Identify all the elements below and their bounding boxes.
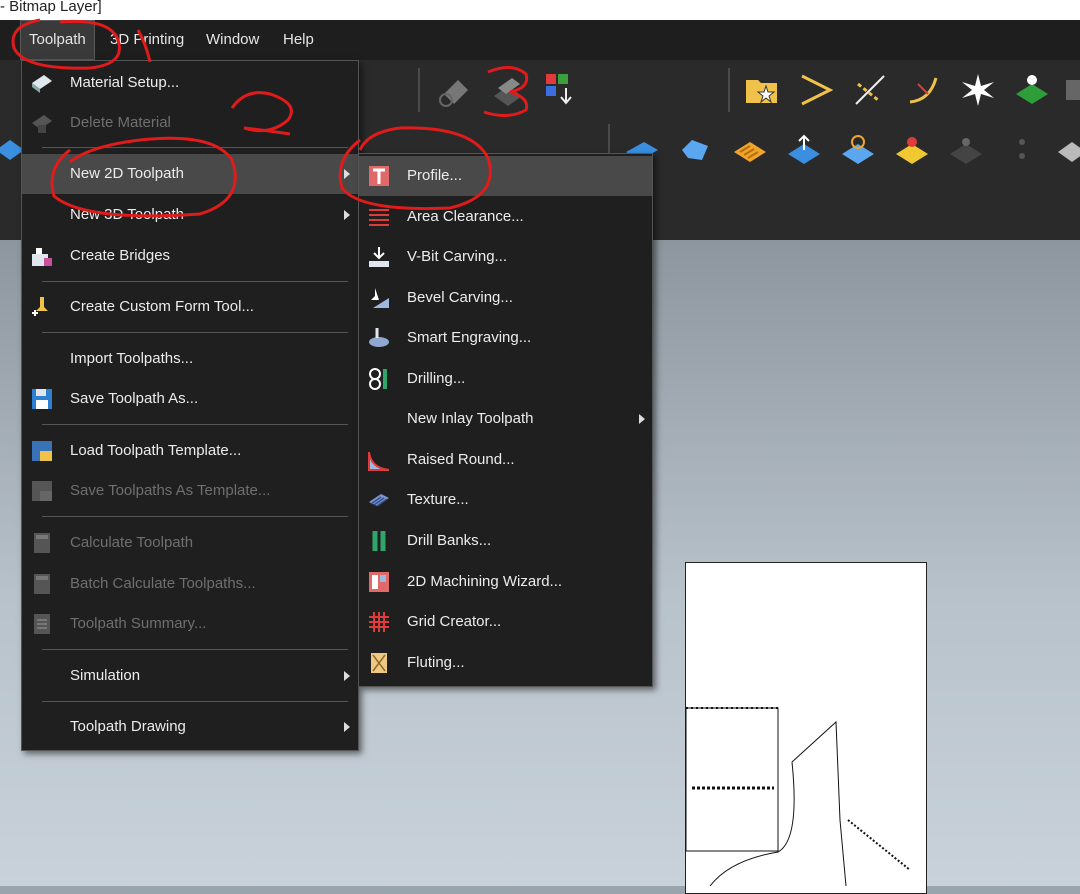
calculator-icon <box>34 533 50 553</box>
menu-bar: Toolpath 3D Printing Window Help <box>0 20 1080 60</box>
submenu-item-grid-creator[interactable]: Grid Creator... <box>359 602 652 642</box>
star-shape-icon[interactable] <box>960 72 996 108</box>
drill-banks-icon <box>372 531 386 551</box>
submenu-arrow-icon <box>344 169 350 179</box>
custom-form-tool-icon <box>32 297 48 316</box>
toolpath-menu: Material Setup... Delete Material New 2D… <box>21 60 359 751</box>
smart-engraving-icon <box>369 328 389 347</box>
menu-item-save-toolpaths-as-template[interactable]: Save Toolpaths As Template... <box>22 471 358 511</box>
orange-texture-icon[interactable] <box>732 132 768 168</box>
area-clearance-icon <box>369 209 389 226</box>
blue-orange-stack-icon[interactable] <box>840 132 876 168</box>
folder-star-icon[interactable] <box>744 72 780 108</box>
gray-pin-icon[interactable] <box>948 132 984 168</box>
menu-separator <box>42 332 348 333</box>
menu-3d-printing[interactable]: 3D Printing <box>102 20 192 60</box>
submenu-arrow-icon <box>639 414 645 424</box>
menu-toolpath[interactable]: Toolpath <box>20 20 95 60</box>
menu-item-simulation[interactable]: Simulation <box>22 656 358 696</box>
submenu-item-fluting[interactable]: Fluting... <box>359 643 652 683</box>
menu-item-toolpath-summary[interactable]: Toolpath Summary... <box>22 604 358 644</box>
menu-item-import-toolpaths[interactable]: Import Toolpaths... <box>22 339 358 379</box>
layer-icon[interactable] <box>1062 72 1080 108</box>
menu-separator <box>42 424 348 425</box>
eraser-icon[interactable] <box>436 72 472 108</box>
window-title: - Bitmap Layer] <box>0 0 102 15</box>
menu-item-delete-material[interactable]: Delete Material <box>22 103 358 143</box>
menu-separator <box>42 281 348 282</box>
menu-item-new-2d-toolpath[interactable]: New 2D Toolpath <box>22 154 358 194</box>
trim-vectors-icon[interactable] <box>852 72 888 108</box>
fillet-icon[interactable] <box>906 72 942 108</box>
submenu-item-smart-engraving[interactable]: Smart Engraving... <box>359 318 652 358</box>
submenu-item-2d-machining-wizard[interactable]: 2D Machining Wizard... <box>359 562 652 602</box>
menu-separator <box>42 516 348 517</box>
bevel-carving-icon <box>371 288 389 308</box>
submenu-item-raised-round[interactable]: Raised Round... <box>359 440 652 480</box>
toolbar-separator <box>728 68 730 112</box>
material-setup-icon <box>32 75 52 93</box>
menu-item-save-toolpath-as[interactable]: Save Toolpath As... <box>22 379 358 419</box>
vbit-carving-icon <box>369 247 389 267</box>
fluting-icon <box>371 653 387 673</box>
submenu-arrow-icon <box>344 210 350 220</box>
submenu-item-drilling[interactable]: Drilling... <box>359 359 652 399</box>
menu-item-load-toolpath-template[interactable]: Load Toolpath Template... <box>22 431 358 471</box>
menu-item-create-custom-form-tool[interactable]: Create Custom Form Tool... <box>22 287 358 327</box>
green-layer-icon[interactable] <box>1014 72 1050 108</box>
texture-icon <box>369 494 389 507</box>
menu-item-material-setup[interactable]: Material Setup... <box>22 63 358 103</box>
submenu-item-area-clearance[interactable]: Area Clearance... <box>359 197 652 237</box>
blue-gem-icon[interactable] <box>678 132 714 168</box>
gray-tool-icon[interactable] <box>1054 132 1080 168</box>
menu-window[interactable]: Window <box>198 20 267 60</box>
save-template-icon <box>32 481 52 501</box>
submenu-item-texture[interactable]: Texture... <box>359 480 652 520</box>
menu-item-create-bridges[interactable]: Create Bridges <box>22 236 358 276</box>
drilling-icon <box>369 368 387 390</box>
submenu-item-vbit-carving[interactable]: V-Bit Carving... <box>359 237 652 277</box>
menu-help[interactable]: Help <box>275 20 322 60</box>
batch-calculator-icon <box>34 574 50 594</box>
load-template-icon <box>32 441 52 461</box>
eraser-layer-icon[interactable] <box>490 72 526 108</box>
submenu-item-new-inlay-toolpath[interactable]: New Inlay Toolpath <box>359 399 652 439</box>
toolbar-separator <box>418 68 420 112</box>
raised-round-icon <box>368 451 390 471</box>
submenu-item-drill-banks[interactable]: Drill Banks... <box>359 521 652 561</box>
machining-wizard-icon <box>369 572 389 592</box>
vector-drawing <box>685 707 911 886</box>
vector-angle-icon[interactable] <box>798 72 834 108</box>
profile-icon <box>369 166 389 186</box>
menu-item-batch-calculate-toolpaths[interactable]: Batch Calculate Toolpaths... <box>22 564 358 604</box>
submenu-item-bevel-carving[interactable]: Bevel Carving... <box>359 278 652 318</box>
menu-separator <box>42 649 348 650</box>
save-icon <box>32 389 52 409</box>
submenu-arrow-icon <box>344 722 350 732</box>
menu-item-calculate-toolpath[interactable]: Calculate Toolpath <box>22 523 358 563</box>
submenu-arrow-icon <box>344 671 350 681</box>
color-grid-icon[interactable] <box>544 72 580 108</box>
title-bar: - Bitmap Layer] <box>0 0 1080 20</box>
gray-dots-icon[interactable] <box>1004 132 1040 168</box>
summary-icon <box>34 614 50 634</box>
create-bridges-icon <box>32 248 52 266</box>
menu-item-new-3d-toolpath[interactable]: New 3D Toolpath <box>22 195 358 235</box>
menu-item-toolpath-drawing[interactable]: Toolpath Drawing <box>22 707 358 747</box>
blue-up-arrow-icon[interactable] <box>786 132 822 168</box>
delete-material-icon <box>32 115 52 133</box>
yellow-pin-icon[interactable] <box>894 132 930 168</box>
new-2d-toolpath-submenu: Profile... Area Clearance... V-Bit Carvi… <box>358 153 653 687</box>
menu-separator <box>42 701 348 702</box>
submenu-item-profile[interactable]: Profile... <box>359 156 652 196</box>
grid-creator-icon <box>369 612 389 632</box>
menu-separator <box>42 147 348 148</box>
